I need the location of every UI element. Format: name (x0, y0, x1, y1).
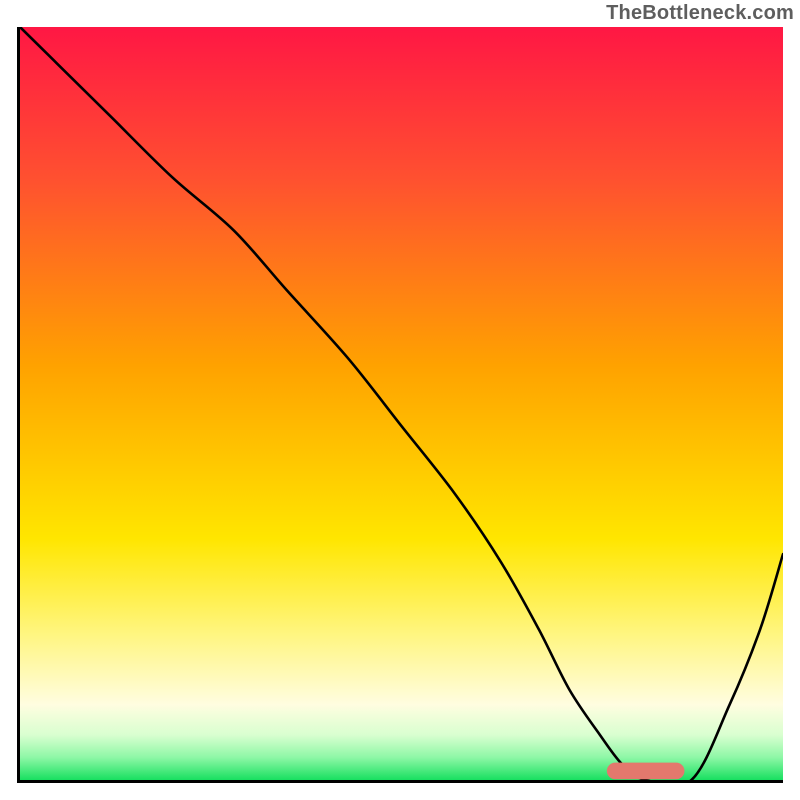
stage: TheBottleneck.com (0, 0, 800, 800)
chart-plot-area (17, 27, 783, 783)
watermark-text: TheBottleneck.com (606, 2, 794, 25)
chart-svg (20, 27, 783, 780)
